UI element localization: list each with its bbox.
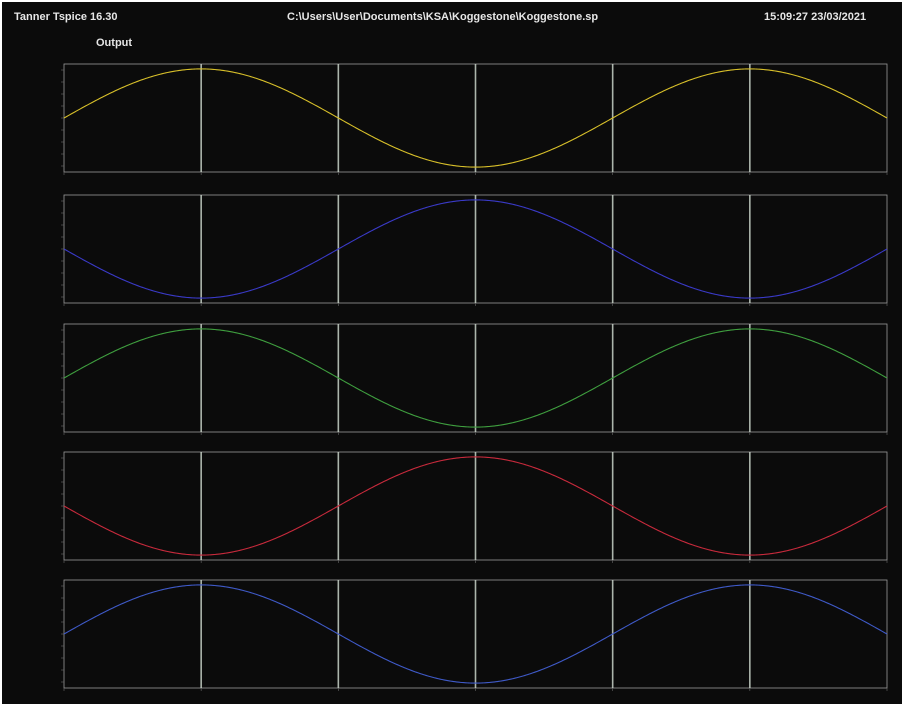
waveform-plots (61, 63, 888, 691)
plot-panel-1 (61, 63, 888, 175)
plot-panel-3 (61, 323, 888, 435)
plot-panel-5 (61, 579, 888, 691)
plot-panel-4 (61, 451, 888, 563)
plot-panel-2 (61, 194, 888, 306)
tspice-waveform-window: Tanner Tspice 16.30 C:\Users\User\Docume… (2, 2, 902, 704)
